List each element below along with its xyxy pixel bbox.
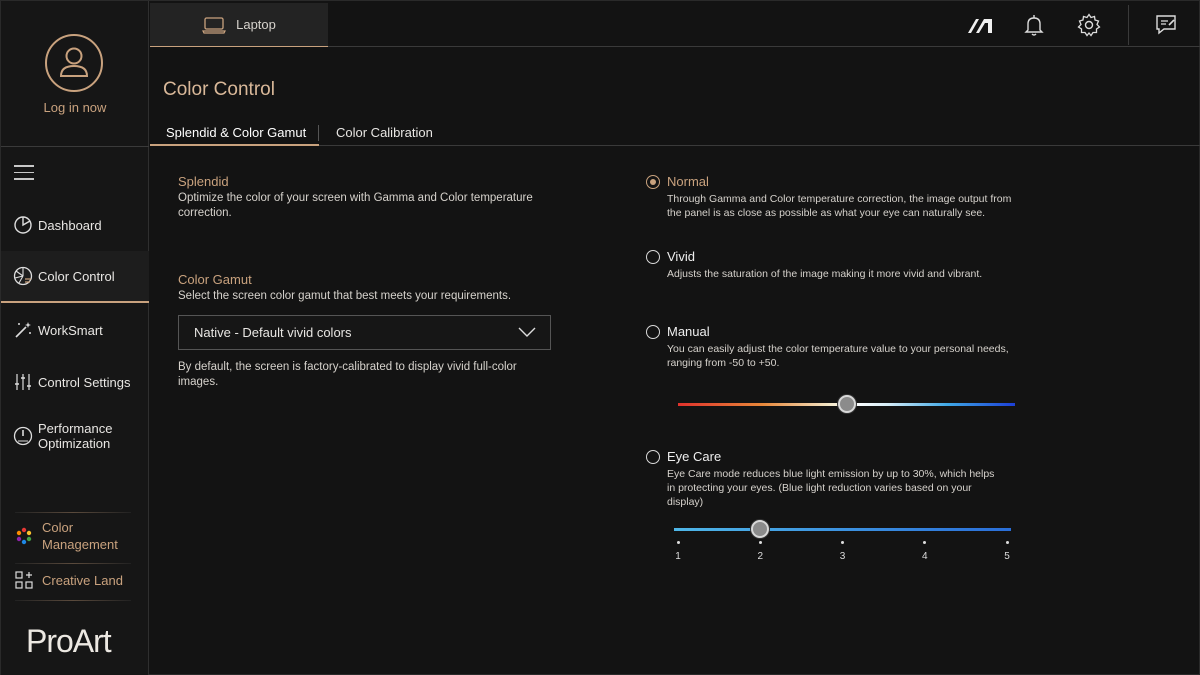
- sidebar-item-control-settings[interactable]: Control Settings: [1, 356, 149, 408]
- apps-grid-icon: [15, 571, 33, 589]
- user-icon: [59, 47, 89, 77]
- color-gamut-note: By default, the screen is factory-calibr…: [178, 361, 517, 388]
- divider: [15, 600, 131, 601]
- feedback-icon[interactable]: [1154, 13, 1178, 37]
- sliders-icon: [13, 372, 33, 392]
- chevron-down-icon: [518, 327, 536, 337]
- mode-description-vivid: Adjusts the saturation of the image maki…: [667, 268, 983, 280]
- mode-title-normal[interactable]: Normal: [667, 174, 709, 189]
- sidebar-item-label: Dashboard: [38, 217, 102, 233]
- eye-care-slider-thumb[interactable]: [751, 520, 770, 538]
- sidebar-item-worksmart[interactable]: WorkSmart: [1, 304, 149, 356]
- slider-tick-dot: [758, 541, 762, 544]
- gear-icon[interactable]: [1077, 13, 1101, 37]
- sidebar-item-dashboard[interactable]: Dashboard: [1, 199, 149, 251]
- gauge-icon: [13, 426, 33, 446]
- mode-description-eye-care: Eye Care mode reduces blue light emissio…: [667, 468, 995, 508]
- color-temperature-slider-thumb[interactable]: [837, 395, 856, 413]
- sidebar-item-color-control[interactable]: Color Control: [1, 251, 149, 303]
- color-palette-icon: [15, 527, 33, 545]
- color-gamut-title: Color Gamut: [178, 272, 252, 287]
- divider: [15, 563, 131, 564]
- magic-wand-icon: [13, 320, 33, 340]
- mode-title-manual[interactable]: Manual: [667, 324, 710, 339]
- radio-normal[interactable]: [646, 175, 660, 189]
- color-gamut-selected-value: Native - Default vivid colors: [194, 325, 352, 340]
- device-tab-laptop[interactable]: Laptop: [150, 3, 328, 47]
- avatar[interactable]: [45, 34, 103, 92]
- sidebar-item-label: Control Settings: [38, 374, 131, 390]
- color-gamut-description: Select the screen color gamut that best …: [178, 290, 512, 302]
- sidebar-item-label: WorkSmart: [38, 322, 103, 338]
- page-title: Color Control: [163, 79, 275, 100]
- sidebar-item-label: Color Management: [42, 520, 118, 552]
- eye-care-slider[interactable]: [674, 528, 1011, 531]
- sidebar-item-label: Creative Land: [42, 572, 123, 588]
- login-link[interactable]: Log in now: [1, 100, 149, 115]
- mode-description-manual: You can easily adjust the color temperat…: [667, 343, 1009, 369]
- sidebar-item-label: Color Control: [38, 268, 115, 284]
- slider-tick-dot: [1005, 541, 1009, 544]
- slider-tick-label: 4: [921, 551, 928, 562]
- app-window: Log in now Dashboard Color Control WorkS…: [0, 0, 1200, 675]
- laptop-icon: [202, 16, 227, 34]
- slider-tick-dot: [676, 541, 680, 544]
- slider-tick-label: 3: [839, 551, 846, 562]
- mode-title-vivid[interactable]: Vivid: [667, 249, 695, 264]
- divider: [1128, 5, 1129, 45]
- slider-tick-dot: [841, 541, 844, 544]
- mode-title-eye-care[interactable]: Eye Care: [667, 449, 721, 464]
- splendid-description: Optimize the color of your screen with G…: [178, 192, 533, 219]
- splendid-title: Splendid: [178, 174, 229, 189]
- tab-bar: Splendid & Color Gamut Color Calibration: [150, 121, 1200, 146]
- top-bar: Laptop: [150, 1, 1200, 47]
- radio-vivid[interactable]: [646, 250, 660, 264]
- slider-tick-label: 2: [757, 551, 764, 562]
- slider-tick-label: 5: [1004, 551, 1010, 562]
- hamburger-menu-icon[interactable]: [14, 165, 34, 181]
- sidebar-item-performance-optimization[interactable]: Performance Optimization: [1, 410, 149, 462]
- slider-tick-dot: [923, 541, 927, 544]
- asus-logo-icon[interactable]: [966, 13, 992, 37]
- proart-logo: ProArt: [26, 623, 112, 659]
- profile-area[interactable]: Log in now: [1, 1, 149, 147]
- sidebar-item-label: Performance Optimization: [38, 421, 113, 451]
- pie-chart-icon: [13, 215, 33, 235]
- slider-tick-label: 1: [675, 551, 681, 562]
- color-wheel-icon: [13, 266, 33, 286]
- device-label: Laptop: [236, 17, 276, 32]
- bell-icon[interactable]: [1022, 13, 1046, 37]
- tab-color-calibration[interactable]: Color Calibration: [336, 125, 433, 140]
- sidebar-item-creative-land[interactable]: Creative Land: [1, 570, 149, 590]
- radio-manual[interactable]: [646, 325, 660, 339]
- color-gamut-select[interactable]: Native - Default vivid colors: [178, 315, 551, 350]
- divider: [15, 512, 131, 513]
- radio-eye-care[interactable]: [646, 450, 660, 464]
- sidebar-item-color-management[interactable]: Color Management: [1, 519, 149, 553]
- tab-splendid-color-gamut[interactable]: Splendid & Color Gamut: [166, 125, 306, 140]
- divider: [318, 125, 319, 141]
- sidebar: Log in now Dashboard Color Control WorkS…: [1, 1, 149, 675]
- active-tab-indicator: [150, 144, 319, 146]
- mode-description-normal: Through Gamma and Color temperature corr…: [667, 193, 1012, 219]
